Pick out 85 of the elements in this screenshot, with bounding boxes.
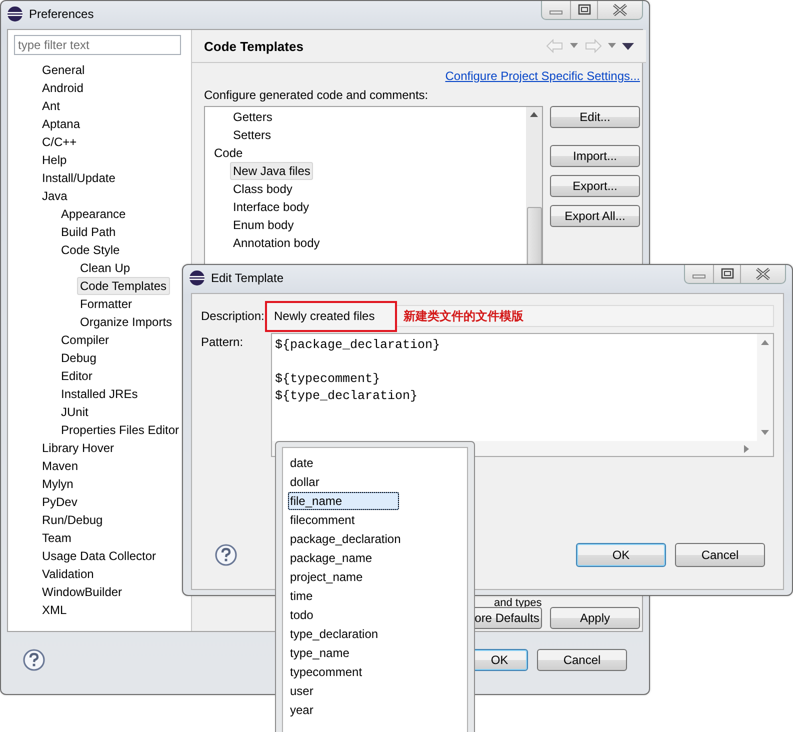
dialog-button[interactable]: Cancel — [537, 649, 627, 671]
option-text: and types — [494, 597, 542, 609]
template-item[interactable]: Class body — [230, 180, 296, 198]
template-item[interactable]: New Java files — [230, 162, 314, 180]
project-settings-link[interactable]: Configure Project Specific Settings... — [445, 69, 640, 83]
sphere-logo-icon — [7, 6, 23, 22]
sidebar-item[interactable]: Appearance — [58, 205, 129, 223]
pattern-label: Pattern: — [201, 334, 244, 351]
sidebar-item[interactable]: Help — [39, 151, 70, 169]
side-button[interactable]: Edit... — [550, 106, 640, 128]
sidebar-item[interactable]: PyDev — [39, 493, 80, 511]
filter-field[interactable]: type filter text — [14, 35, 181, 55]
template-item[interactable]: Interface body — [230, 198, 312, 216]
dropdown-caret-icon[interactable] — [569, 43, 579, 49]
sidebar-item[interactable]: Installed JREs — [58, 385, 141, 403]
sidebar-item[interactable]: Library Hover — [39, 439, 118, 457]
dialog-button[interactable]: Cancel — [675, 543, 765, 567]
sidebar-item[interactable]: Android — [39, 79, 86, 97]
variable-item[interactable]: file_name — [288, 492, 399, 510]
help-icon[interactable] — [215, 544, 237, 566]
variable-item[interactable]: filecomment — [288, 510, 357, 528]
dropdown-caret-icon[interactable] — [607, 43, 617, 49]
sidebar-item[interactable]: Code Templates — [77, 277, 170, 295]
sidebar-item[interactable]: C/C++ — [39, 133, 80, 151]
variable-item[interactable]: type_name — [288, 644, 352, 662]
dialog-button[interactable]: OK — [576, 543, 666, 567]
sidebar-item[interactable]: Ant — [39, 97, 64, 115]
window-title: Preferences — [29, 7, 94, 21]
sidebar-item[interactable]: Usage Data Collector — [39, 547, 160, 565]
sidebar-item[interactable]: Editor — [58, 367, 96, 385]
sidebar-item[interactable]: Java — [39, 187, 70, 205]
template-item[interactable]: Code — [211, 144, 246, 162]
sidebar-item[interactable]: Team — [39, 529, 74, 547]
variable-item[interactable]: type_declaration — [288, 624, 380, 642]
sidebar-item[interactable]: Debug — [58, 349, 100, 367]
variable-item[interactable]: typecomment — [288, 662, 364, 680]
side-button[interactable]: Import... — [550, 145, 640, 167]
template-item[interactable]: Enum body — [230, 216, 297, 234]
sidebar-item[interactable]: Build Path — [58, 223, 119, 241]
help-icon[interactable] — [23, 649, 45, 671]
sidebar-item[interactable]: Organize Imports — [77, 313, 176, 331]
variable-item[interactable]: dollar — [288, 472, 322, 490]
template-item[interactable]: Getters — [230, 108, 276, 126]
sidebar-item[interactable]: Compiler — [58, 331, 112, 349]
annotation-text: 新建类文件的文件模版 — [404, 308, 524, 324]
sphere-logo-icon — [189, 270, 205, 286]
sidebar-item[interactable]: Aptana — [39, 115, 84, 133]
pattern-editor[interactable]: ${package_declaration} ${typecomment} ${type_declaration} — [271, 333, 774, 457]
scroll-up-arrow-icon[interactable] — [761, 340, 769, 345]
sidebar-item[interactable]: Code Style — [58, 241, 123, 259]
variable-item[interactable]: todo — [288, 606, 316, 624]
pattern-text: ${package_declaration} ${typecomment} ${type_declaration} — [274, 337, 442, 405]
scroll-right-arrow-icon[interactable] — [744, 444, 749, 452]
scroll-down-arrow-icon[interactable] — [761, 430, 769, 435]
side-button[interactable]: Export All... — [550, 205, 640, 227]
sidebar-item[interactable]: Clean Up — [77, 259, 134, 277]
sidebar-item[interactable]: Mylyn — [39, 475, 76, 493]
sidebar-item[interactable]: JUnit — [58, 403, 92, 421]
window-title: Edit Template — [211, 271, 284, 285]
sidebar-item[interactable]: Install/Update — [39, 169, 118, 187]
sidebar-item[interactable]: Properties Files Editor — [58, 421, 182, 439]
page-button[interactable]: Apply — [550, 607, 640, 629]
sidebar-item[interactable]: XML — [39, 601, 70, 619]
description-label: Description: — [201, 308, 266, 325]
variable-item[interactable]: project_name — [288, 568, 365, 586]
variable-item[interactable]: package_name — [288, 548, 374, 566]
sidebar-item[interactable]: Formatter — [77, 295, 136, 313]
template-item[interactable]: Setters — [230, 126, 274, 144]
variable-item[interactable]: user — [288, 682, 316, 700]
variable-item[interactable]: package_declaration — [288, 530, 403, 548]
templates-label: Configure generated code and comments: — [204, 88, 430, 102]
sidebar-item[interactable]: Validation — [39, 565, 97, 583]
variable-item[interactable]: year — [288, 700, 316, 718]
sidebar-item[interactable]: WindowBuilder — [39, 583, 126, 601]
description-value: Newly created files — [265, 300, 397, 332]
scroll-up-arrow-icon[interactable] — [530, 112, 538, 117]
template-item[interactable]: Annotation body — [230, 234, 323, 252]
side-button[interactable]: Export... — [550, 175, 640, 197]
variable-item[interactable]: time — [288, 586, 315, 604]
page-title: Code Templates — [204, 38, 304, 54]
view-menu-icon[interactable] — [622, 42, 634, 50]
sidebar-item[interactable]: Run/Debug — [39, 511, 106, 529]
sidebar-item[interactable]: Maven — [39, 457, 82, 475]
sidebar-item[interactable]: General — [39, 61, 88, 79]
page-button[interactable]: ore Defaults — [472, 607, 542, 629]
